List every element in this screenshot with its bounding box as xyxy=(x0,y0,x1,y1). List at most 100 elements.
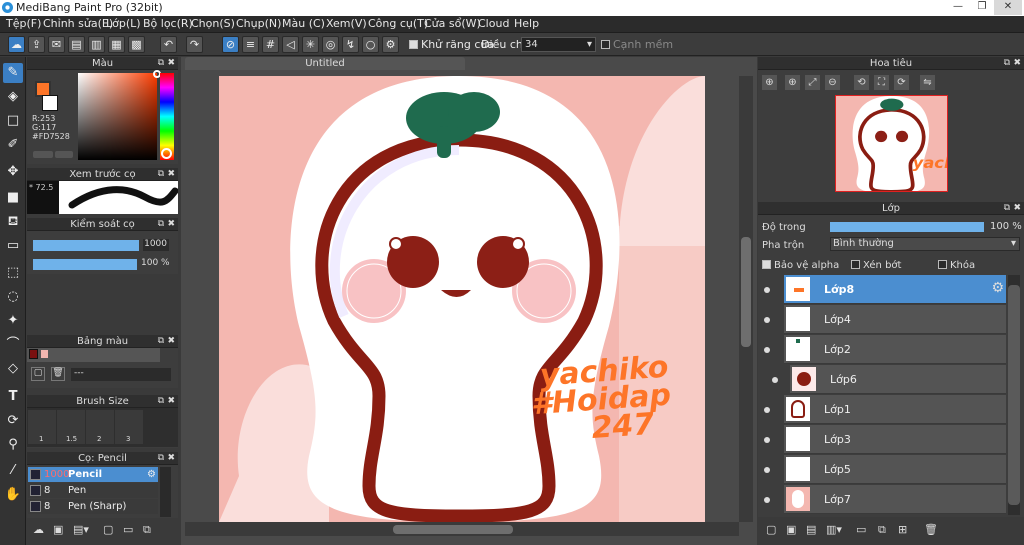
visibility-eye-icon[interactable] xyxy=(764,347,770,353)
visibility-eye-icon[interactable] xyxy=(764,317,770,323)
close-icon[interactable]: ✖ xyxy=(167,57,175,70)
new-palette-icon[interactable]: ▢ xyxy=(31,367,45,381)
menu-tools[interactable]: Công cụ(T) xyxy=(368,17,428,30)
share-icon[interactable]: ⇪ xyxy=(28,36,45,53)
rotate-right-icon[interactable]: ⟳ xyxy=(894,75,909,90)
clipping-toggle[interactable]: Xén bớt xyxy=(851,260,901,271)
add-layer-menu-icon[interactable]: ▥▾ xyxy=(826,523,842,536)
folder-icon[interactable]: ▭ xyxy=(856,523,866,536)
menu-view[interactable]: Xem(V) xyxy=(326,17,367,30)
layer-row[interactable]: Lớp4 xyxy=(784,305,1006,334)
fit-screen-icon[interactable]: ⛶ xyxy=(874,75,889,90)
close-icon[interactable]: ✖ xyxy=(167,452,175,465)
snap-circle-icon[interactable]: ◎ xyxy=(322,36,339,53)
close-icon[interactable]: ✖ xyxy=(167,218,175,231)
operation-tool-icon[interactable]: ⟳ xyxy=(3,411,23,431)
duplicate-layer-icon[interactable]: ⧉ xyxy=(878,523,886,537)
snap-off-icon[interactable]: ⊘ xyxy=(222,36,239,53)
visibility-eye-icon[interactable] xyxy=(764,287,770,293)
trash-icon[interactable]: 🗑 xyxy=(924,523,938,536)
visibility-eye-icon[interactable] xyxy=(772,377,778,383)
cloud-icon[interactable]: ☁ xyxy=(8,36,25,53)
brush-size-preset[interactable]: 1 xyxy=(28,410,56,444)
snap-parallel-icon[interactable]: ≡ xyxy=(242,36,259,53)
menu-window[interactable]: Cửa sổ(W) xyxy=(424,17,481,30)
new-layer-icon[interactable]: ▢ xyxy=(766,523,776,536)
snap-settings-icon[interactable]: ⚙ xyxy=(382,36,399,53)
page-icon[interactable]: ▥ xyxy=(88,36,105,53)
menu-layer[interactable]: Lớp(L) xyxy=(106,17,141,30)
canvas-vertical-scroll-thumb[interactable] xyxy=(741,237,751,347)
canvas-horizontal-scroll-thumb[interactable] xyxy=(393,525,513,534)
color-swap-button[interactable] xyxy=(55,151,73,158)
close-icon[interactable]: ✖ xyxy=(167,395,175,408)
doc-icon[interactable]: ▤ xyxy=(68,36,85,53)
menu-filter[interactable]: Bộ lọc(R) xyxy=(143,17,193,30)
panels-icon[interactable]: ▦ xyxy=(108,36,125,53)
maximize-button[interactable]: ❐ xyxy=(970,0,994,15)
bucket-tool-icon[interactable]: ⛾ xyxy=(3,212,23,232)
brush-list-scrollbar[interactable] xyxy=(160,467,171,517)
opacity-slider[interactable] xyxy=(830,222,984,232)
saturation-value-picker[interactable] xyxy=(78,70,161,160)
brush-cloud-icon[interactable]: ☁ xyxy=(33,523,44,536)
float-icon[interactable]: ⧉ xyxy=(158,57,164,70)
select-pen-tool-icon[interactable]: ✐ xyxy=(3,135,23,155)
menu-cloud[interactable]: Cloud xyxy=(478,17,509,30)
strength-select[interactable]: 34 ▾ xyxy=(521,37,596,52)
brush-size-slider[interactable] xyxy=(33,240,139,251)
undo-icon[interactable]: ↶ xyxy=(160,36,177,53)
layer-row[interactable]: Lớp1 xyxy=(784,395,1006,424)
comment-icon[interactable]: ✉ xyxy=(48,36,65,53)
palette-swatch[interactable] xyxy=(40,349,49,359)
layers-scroll-thumb[interactable] xyxy=(1008,285,1020,505)
merge-layer-icon[interactable]: ⊞ xyxy=(898,523,907,536)
layer-row[interactable]: Lớp5 xyxy=(784,455,1006,484)
checkbox-icon[interactable] xyxy=(938,260,947,269)
snap-radial-icon[interactable]: ✳ xyxy=(302,36,319,53)
checkbox-icon[interactable] xyxy=(762,260,771,269)
float-icon[interactable]: ⧉ xyxy=(158,395,164,408)
gradient-tool-icon[interactable]: ▭ xyxy=(3,236,23,256)
marquee-tool-icon[interactable]: ⬚ xyxy=(3,263,23,283)
hand-tool-icon[interactable]: ✋ xyxy=(3,485,23,505)
close-icon[interactable]: ✖ xyxy=(167,335,175,348)
zoom-out-icon[interactable]: ⊖ xyxy=(825,75,840,90)
blur-tool-icon[interactable]: ⚲ xyxy=(3,435,23,455)
brush-opacity-value[interactable]: 100 % xyxy=(141,258,170,268)
brush-tool-icon[interactable]: ✎ xyxy=(3,63,23,83)
close-icon[interactable]: ✖ xyxy=(1013,57,1021,70)
float-icon[interactable]: ⧉ xyxy=(158,335,164,348)
float-icon[interactable]: ⧉ xyxy=(158,218,164,231)
brush-size-preset[interactable]: 2 xyxy=(86,410,114,444)
brush-opacity-slider[interactable] xyxy=(33,259,137,270)
brush-item-pen-sharp[interactable]: 8 Pen (Sharp) xyxy=(28,499,158,514)
add-brush-icon[interactable]: ▣ xyxy=(53,523,63,536)
close-icon[interactable]: ✖ xyxy=(1013,202,1021,215)
snap-grid-icon[interactable]: # xyxy=(262,36,279,53)
layers-scrollbar[interactable] xyxy=(1008,275,1020,515)
artwork-canvas[interactable]: yachiko #Hoidap 247 xyxy=(219,76,705,522)
brush-item-pencil[interactable]: 1000 Pencil ⚙ xyxy=(28,467,158,482)
fit-icon[interactable]: ⤢ xyxy=(805,75,820,90)
trash-icon[interactable]: 🗑 xyxy=(51,367,65,381)
document-tab[interactable]: Untitled xyxy=(185,57,465,70)
lasso-tool-icon[interactable]: ◌ xyxy=(3,287,23,307)
close-button[interactable]: ✕ xyxy=(994,0,1022,15)
flip-icon[interactable]: ⇋ xyxy=(920,75,935,90)
background-color-swatch[interactable] xyxy=(42,95,58,111)
snap-curve-icon[interactable]: ↯ xyxy=(342,36,359,53)
layer-row[interactable]: Lớp2 xyxy=(784,335,1006,364)
lock-toggle[interactable]: Khóa xyxy=(938,260,975,271)
gear-icon[interactable]: ⚙ xyxy=(147,467,156,482)
redo-icon[interactable]: ↷ xyxy=(186,36,203,53)
color-mode-button[interactable] xyxy=(33,151,53,158)
menu-snap[interactable]: Chụp(N) xyxy=(236,17,281,30)
layer-row[interactable]: Lớp3 xyxy=(784,425,1006,454)
visibility-eye-icon[interactable] xyxy=(764,437,770,443)
brush-item-pen[interactable]: 8 Pen xyxy=(28,483,158,498)
float-icon[interactable]: ⧉ xyxy=(158,168,164,181)
gear-icon[interactable]: ⚙ xyxy=(991,280,1004,296)
move-tool-icon[interactable]: ✥ xyxy=(3,162,23,182)
checkbox-icon[interactable] xyxy=(601,40,610,49)
